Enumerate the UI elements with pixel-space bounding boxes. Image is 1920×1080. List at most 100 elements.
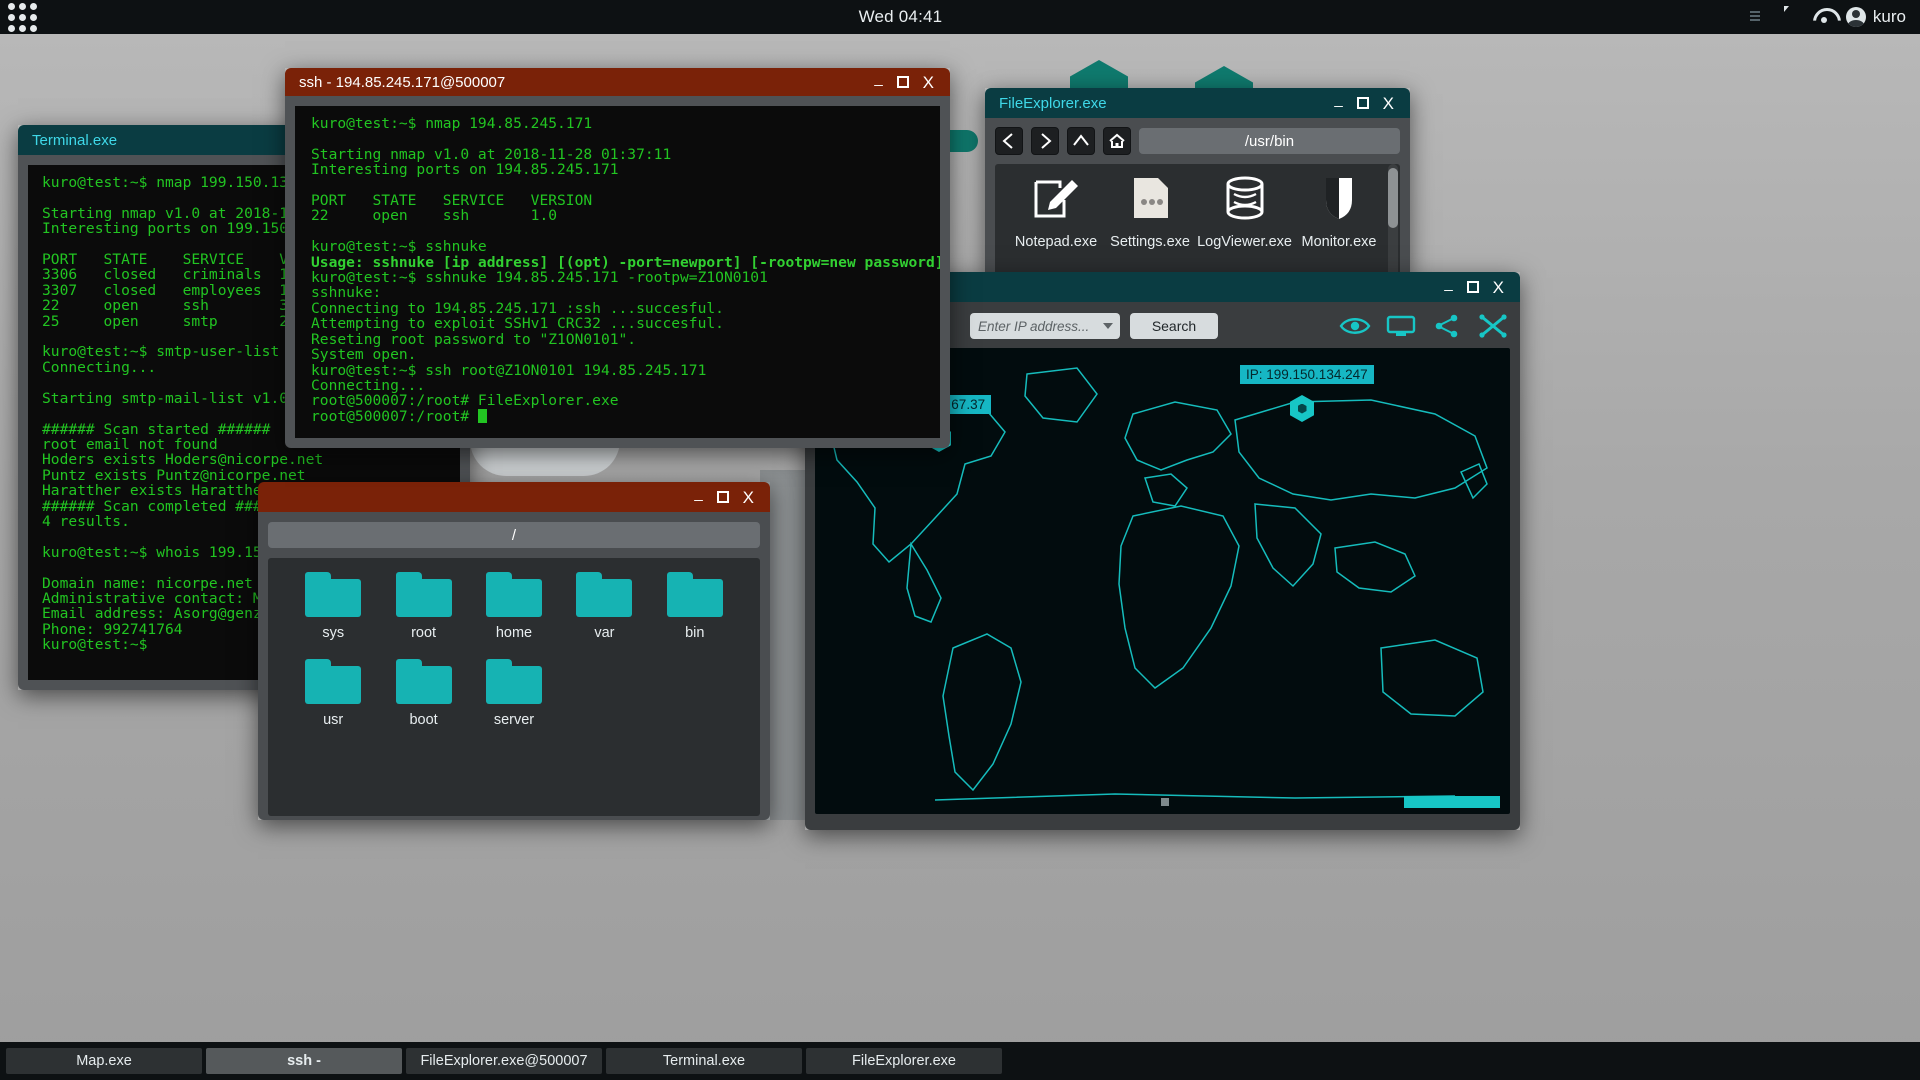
home-icon[interactable] (1103, 127, 1131, 155)
user-name: kuro (1872, 7, 1906, 26)
ssh-terminal-line: kuro@test:~$ sshnuke (311, 238, 487, 256)
battery-icon[interactable] (1681, 7, 1701, 27)
fe-root-item[interactable]: usr (288, 659, 378, 728)
minimize-button[interactable] (1334, 96, 1342, 111)
chat-icon[interactable] (1780, 7, 1800, 27)
wifi-icon[interactable] (1813, 7, 1833, 27)
disconnect-icon[interactable] (1476, 313, 1510, 339)
progress-dot (1161, 798, 1169, 806)
fe-root-item[interactable]: root (378, 572, 468, 641)
notes-icon[interactable] (1747, 7, 1767, 27)
ssh-terminal-line: Interesting ports on 194.85.245.171 (311, 161, 619, 179)
fe-root-grid-wrap: sys root home var bin usr boot server (268, 558, 760, 816)
window-ssh-title: ssh - 194.85.245.171@500007 (299, 73, 506, 91)
fe-bin-item[interactable]: Notepad.exe (1009, 174, 1103, 250)
fe-root-item[interactable]: bin (650, 572, 740, 641)
ssh-terminal-line: kuro@test:~$ sshnuke 194.85.245.171 -roo… (311, 269, 768, 287)
window-ssh-body: kuro@test:~$ nmap 194.85.245.171 Startin… (285, 96, 950, 448)
eye-icon[interactable] (1338, 313, 1372, 339)
user-menu[interactable]: kuro (1845, 7, 1906, 27)
fe-root-item-label: bin (685, 625, 705, 641)
fe-root-item-label: home (495, 625, 533, 641)
terminal-line: Hoders exists Hoders@nicorpe.net (42, 451, 324, 469)
window-ssh[interactable]: ssh - 194.85.245.171@500007 X kuro@test:… (285, 68, 950, 448)
close-button[interactable]: X (923, 74, 934, 91)
ssh-terminal-line (311, 178, 924, 193)
window-file-explorer-bin[interactable]: FileExplorer.exe X (985, 88, 1410, 282)
maximize-button[interactable] (1356, 97, 1369, 109)
fe-root-item[interactable]: var (559, 572, 649, 641)
window-ssh-titlebar[interactable]: ssh - 194.85.245.171@500007 X (285, 68, 950, 96)
fe-bin-item[interactable]: Settings.exe (1103, 174, 1197, 250)
taskbar-button[interactable]: FileExplorer.exe@500007 (406, 1048, 602, 1074)
ssh-terminal-line: kuro@test:~$ nmap 194.85.245.171 (311, 115, 593, 132)
pie-icon[interactable] (1714, 7, 1734, 27)
fe-bin-path[interactable]: /usr/bin (1139, 128, 1400, 154)
map-progress-row (825, 794, 1500, 808)
fe-bin-item[interactable]: Monitor.exe (1292, 174, 1386, 250)
avatar-icon (1845, 7, 1866, 27)
logviewer-icon (1219, 174, 1271, 226)
back-icon[interactable] (995, 127, 1023, 155)
folder-icon (485, 659, 542, 704)
fe-root-item-label: var (594, 625, 615, 641)
ssh-terminal-line: sshnuke: (311, 284, 382, 302)
window-fe-root-titlebar[interactable]: X (258, 482, 770, 512)
apps-launcher[interactable] (0, 2, 120, 32)
window-fe-root-body: / sys root home var bin usr boot server (258, 512, 770, 820)
window-fe-bin-title: FileExplorer.exe (999, 94, 1107, 112)
minimize-button[interactable] (1444, 280, 1452, 295)
forward-icon[interactable] (1031, 127, 1059, 155)
notepad-icon (1030, 174, 1082, 226)
folder-icon (485, 572, 542, 617)
ip-label[interactable]: IP: 199.150.134.247 (1240, 365, 1374, 384)
close-button[interactable]: X (743, 489, 754, 506)
fe-root-path[interactable]: / (268, 522, 760, 548)
minimize-button[interactable] (874, 75, 882, 90)
maximize-button[interactable] (896, 76, 909, 88)
window-file-explorer-root[interactable]: X / sys root home var bin usr boot server (258, 482, 770, 820)
monitor-icon (1313, 174, 1365, 226)
fe-root-item[interactable]: boot (378, 659, 468, 728)
fe-bin-grid-wrap: Notepad.exe Settings.exe LogViewer.exe Moni… (995, 164, 1400, 282)
taskbar-button[interactable]: ssh - (206, 1048, 402, 1074)
window-fe-bin-titlebar[interactable]: FileExplorer.exe X (985, 88, 1410, 118)
screen-icon[interactable] (1384, 313, 1418, 339)
fe-root-item[interactable]: sys (288, 572, 378, 641)
taskbar-button[interactable]: FileExplorer.exe (806, 1048, 1002, 1074)
close-button[interactable]: X (1493, 279, 1504, 296)
folder-icon (305, 659, 362, 704)
fe-bin-item-label: Settings.exe (1110, 234, 1190, 250)
fe-root-item-label: usr (323, 712, 344, 728)
ip-search-input[interactable]: Enter IP address... (970, 313, 1120, 339)
apps-grid-icon[interactable] (8, 2, 37, 32)
fe-root-toolbar: / (268, 520, 760, 550)
fe-bin-toolbar: /usr/bin (995, 126, 1400, 156)
ssh-terminal-line: root@500007:/root# FileExplorer.exe (311, 392, 619, 410)
close-button[interactable]: X (1383, 95, 1394, 112)
fe-root-item[interactable]: home (469, 572, 559, 641)
maximize-button[interactable] (1466, 281, 1479, 293)
share-icon[interactable] (1430, 313, 1464, 339)
fe-bin-item[interactable]: LogViewer.exe (1197, 174, 1292, 250)
fe-root-item-label: root (411, 625, 437, 641)
ssh-terminal-output[interactable]: kuro@test:~$ nmap 194.85.245.171 Startin… (295, 106, 940, 438)
progress-bar (1404, 796, 1500, 808)
ssh-terminal-line: PORT STATE SERVICE VERSION (311, 192, 593, 210)
search-button[interactable]: Search (1130, 313, 1218, 339)
taskbar-button[interactable]: Map.exe (6, 1048, 202, 1074)
maximize-button[interactable] (716, 491, 729, 503)
up-icon[interactable] (1067, 127, 1095, 155)
folder-icon (395, 659, 452, 704)
ssh-terminal-line: Reseting root password to "Z1ON0101". (311, 330, 637, 348)
ssh-terminal-line: System open. (311, 346, 417, 364)
fe-root-item[interactable]: server (469, 659, 559, 728)
map-tool-group (1338, 313, 1510, 339)
minimize-button[interactable] (694, 490, 702, 505)
ssh-terminal-line: kuro@test:~$ ssh root@Z1ON0101 194.85.24… (311, 361, 707, 379)
terminal-cursor (477, 408, 487, 423)
chevron-down-icon[interactable] (1103, 323, 1113, 329)
taskbar-button[interactable]: Terminal.exe (606, 1048, 802, 1074)
folder-icon (395, 572, 452, 617)
fe-bin-scrollbar[interactable] (1388, 164, 1398, 282)
